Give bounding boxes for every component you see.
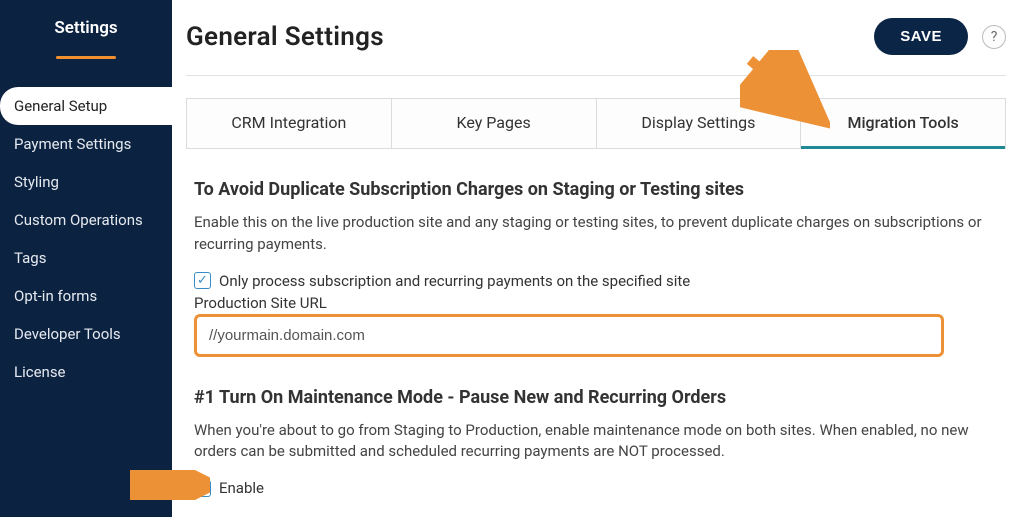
main-content: General Settings SAVE ? CRM Integration … [172,0,1024,517]
sidebar-item-label: Styling [14,173,59,191]
checkbox-row-enable-maintenance: ✓ Enable [194,479,998,497]
sidebar-item-custom-operations[interactable]: Custom Operations [0,201,172,239]
sidebar-item-payment-settings[interactable]: Payment Settings [0,125,172,163]
sidebar: Settings General Setup Payment Settings … [0,0,172,517]
divider [186,75,1006,76]
section-duplicate-charges: To Avoid Duplicate Subscription Charges … [194,179,998,357]
checkbox-label: Only process subscription and recurring … [219,272,690,290]
section-title: #1 Turn On Maintenance Mode - Pause New … [194,387,998,408]
topbar: General Settings SAVE ? [182,18,1010,75]
sidebar-title: Settings [0,18,172,38]
tabs: CRM Integration Key Pages Display Settin… [186,98,1006,149]
sidebar-item-optin-forms[interactable]: Opt-in forms [0,277,172,315]
tab-label: Migration Tools [847,113,958,132]
tab-panel: To Avoid Duplicate Subscription Charges … [182,149,1010,497]
section-description: When you're about to go from Staging to … [194,420,998,464]
field-label-production-url: Production Site URL [194,294,998,312]
tab-display-settings[interactable]: Display Settings [597,99,802,149]
sidebar-item-label: License [14,363,66,381]
checkbox-label: Enable [219,479,264,497]
checkbox-only-process[interactable]: ✓ [194,272,211,289]
sidebar-item-label: Custom Operations [14,211,143,229]
section-maintenance-mode: #1 Turn On Maintenance Mode - Pause New … [194,387,998,498]
sidebar-item-tags[interactable]: Tags [0,239,172,277]
sidebar-item-general-setup[interactable]: General Setup [0,87,172,125]
save-button[interactable]: SAVE [874,18,968,55]
tab-key-pages[interactable]: Key Pages [392,99,597,149]
page-title: General Settings [186,22,384,52]
tab-label: Key Pages [457,113,531,132]
sidebar-item-label: Payment Settings [14,135,131,153]
sidebar-item-license[interactable]: License [0,353,172,391]
tab-label: CRM Integration [231,113,346,132]
sidebar-item-label: Opt-in forms [14,287,97,305]
sidebar-item-label: General Setup [14,97,107,115]
checkbox-row-only-process: ✓ Only process subscription and recurrin… [194,272,998,290]
checkbox-enable-maintenance[interactable]: ✓ [194,480,211,497]
topbar-right: SAVE ? [874,18,1006,55]
section-description: Enable this on the live production site … [194,212,998,256]
help-icon[interactable]: ? [982,25,1006,49]
sidebar-item-styling[interactable]: Styling [0,163,172,201]
production-url-input[interactable] [194,314,944,357]
tab-label: Display Settings [641,113,755,132]
sidebar-item-label: Developer Tools [14,325,121,343]
sidebar-item-developer-tools[interactable]: Developer Tools [0,315,172,353]
sidebar-item-label: Tags [14,249,46,267]
tab-migration-tools[interactable]: Migration Tools [801,99,1005,149]
tab-crm-integration[interactable]: CRM Integration [187,99,392,149]
section-title: To Avoid Duplicate Subscription Charges … [194,179,998,200]
sidebar-underline [56,56,116,59]
